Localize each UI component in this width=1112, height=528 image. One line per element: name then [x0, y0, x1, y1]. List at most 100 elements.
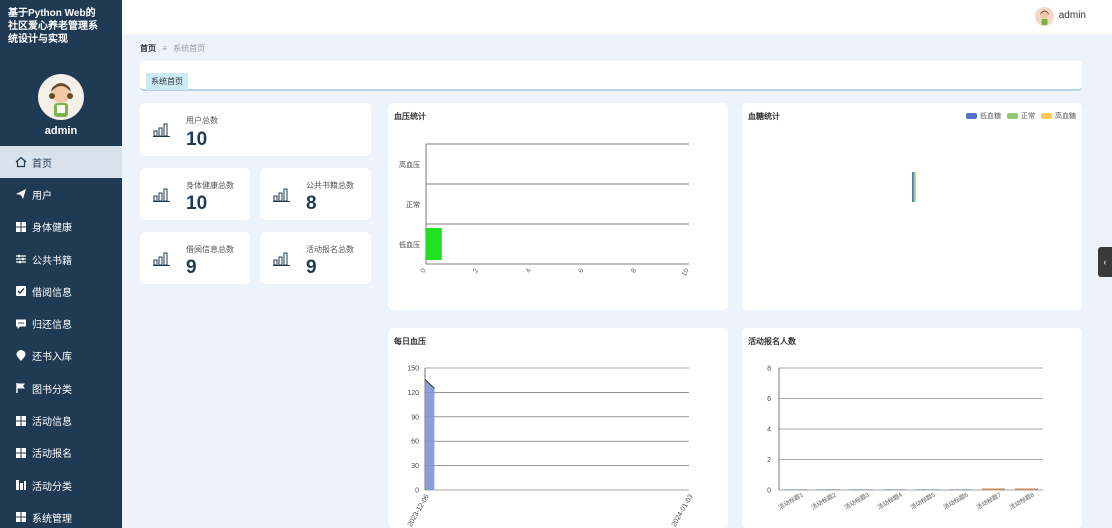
sidebar-item-activity-category[interactable]: 活动分类 — [0, 469, 122, 501]
stat-card-users: 用户总数 10 — [140, 103, 371, 156]
stat-value: 8 — [306, 193, 317, 214]
tick-label: 120 — [407, 390, 419, 397]
sidebar-menu: 首页 用户 身体健康 公共书籍 借阅信息 归还信息 还书入库 图书分类 活动信息… — [0, 146, 122, 528]
sidebar-item-return[interactable]: 归还信息 — [0, 307, 122, 339]
bar — [426, 228, 442, 260]
tick-label: 2023-12-06 — [407, 493, 431, 528]
tick-label: 2 — [767, 457, 771, 464]
stat-value: 9 — [186, 257, 197, 278]
home-icon — [14, 156, 28, 168]
tick-label: 4 — [525, 267, 533, 274]
bp-stats-chart: 低血压 正常 高血压 0 2 4 6 8 10 — [399, 143, 691, 278]
sidebar-item-system[interactable]: 系统管理 — [0, 501, 122, 528]
stat-label: 身体健康总数 — [186, 181, 234, 190]
chevron-left-icon: ‹ — [1103, 257, 1107, 267]
check-square-icon — [14, 285, 28, 297]
sidebar-item-restock[interactable]: 还书入库 — [0, 340, 122, 372]
tick-label: 0 — [767, 488, 771, 495]
bar — [913, 172, 915, 202]
sidebar-username: admin — [44, 125, 78, 137]
sidebar-item-activity-info[interactable]: 活动信息 — [0, 404, 122, 436]
bar — [915, 489, 940, 490]
stat-label: 用户总数 — [186, 116, 218, 125]
stat-card-books: 公共书籍总数 8 — [260, 168, 371, 220]
bar — [981, 488, 1006, 490]
tick-label: 6 — [578, 267, 586, 274]
top-bar: admin — [122, 0, 1112, 34]
sidebar-item-users[interactable]: 用户 — [0, 178, 122, 210]
tick-label: 4 — [767, 427, 771, 434]
bar — [882, 489, 907, 490]
tick-label: 90 — [411, 414, 419, 421]
sidebar-item-borrow[interactable]: 借阅信息 — [0, 275, 122, 307]
tick-label: 8 — [630, 267, 638, 274]
location-icon — [14, 349, 28, 362]
breadcrumb-home[interactable]: 首页 — [140, 44, 156, 53]
bar — [1014, 488, 1039, 490]
bar-chart-icon — [273, 252, 290, 266]
bar — [915, 172, 916, 202]
breadcrumb-separator: ≡ — [162, 44, 167, 53]
sidebar-avatar — [38, 74, 84, 120]
message-icon — [14, 318, 28, 330]
stat-value: 10 — [186, 193, 208, 214]
signup-count-card: 活动报名人数 0 2 4 6 8 活动标题1 活动标题2 活动标题3 活动标题4 活动标题5 活动标… — [742, 328, 1082, 528]
tick-label: 10 — [681, 267, 691, 277]
bar — [816, 489, 841, 490]
tick-label: 2024-01-03 — [671, 493, 695, 528]
tick-label: 活动标题4 — [876, 490, 904, 511]
tick-label: 活动标题2 — [810, 490, 838, 511]
collapse-handle[interactable]: ‹ — [1098, 247, 1112, 277]
sidebar-item-health[interactable]: 身体健康 — [0, 211, 122, 243]
top-username[interactable]: admin — [1059, 10, 1086, 21]
chart-icon — [14, 479, 28, 491]
stat-label: 公共书籍总数 — [306, 181, 354, 190]
area-fill — [425, 379, 435, 490]
sidebar-item-activity-signup[interactable]: 活动报名 — [0, 437, 122, 469]
tick-label: 0 — [420, 267, 428, 274]
stat-card-health: 身体健康总数 10 — [140, 168, 250, 220]
flag-icon — [14, 382, 28, 394]
stat-label: 活动报名总数 — [306, 245, 354, 254]
bar-chart-icon — [153, 252, 170, 266]
tick-label: 活动标题1 — [777, 490, 805, 511]
tick-label: 6 — [767, 396, 771, 403]
tick-label: 正常 — [406, 200, 420, 209]
daily-bp-card: 每日血压 0 30 60 90 120 150 2023-12-06 2024-01-03 — [388, 328, 728, 528]
tab-system-home[interactable]: 系统首页 — [146, 73, 188, 90]
tick-label: 活动标题3 — [843, 490, 871, 511]
tick-label: 活动标题5 — [909, 490, 937, 511]
tick-label: 2 — [472, 267, 480, 274]
bs-stats-card: 血糖统计 低血糖 正常 高血糖 — [742, 103, 1082, 310]
bp-stats-card: 血压统计 低血压 正常 高血压 0 2 4 6 8 10 — [388, 103, 728, 310]
bar — [783, 489, 808, 490]
tick-label: 60 — [411, 439, 419, 446]
bar — [849, 489, 874, 490]
sidebar-item-books[interactable]: 公共书籍 — [0, 243, 122, 275]
tick-label: 高血压 — [399, 160, 420, 169]
grid-icon — [14, 511, 28, 523]
stat-label: 借阅信息总数 — [186, 245, 234, 254]
bs-stats-chart — [912, 172, 916, 202]
tick-label: 8 — [767, 366, 771, 373]
tick-label: 活动标题8 — [1008, 490, 1036, 511]
tick-label: 活动标题6 — [942, 490, 970, 511]
bar-chart-icon — [153, 188, 170, 202]
grid-icon — [14, 221, 28, 233]
grid-icon — [14, 447, 28, 459]
app-title: 基于Python Web的 社区爱心养老管理系 统设计与实现 — [8, 8, 98, 45]
send-icon — [14, 188, 28, 200]
breadcrumb-current: 系统首页 — [173, 44, 206, 53]
daily-bp-chart: 0 30 60 90 120 150 2023-12-06 2024-01-03 — [407, 366, 695, 528]
sidebar-item-book-category[interactable]: 图书分类 — [0, 372, 122, 404]
tick-label: 低血压 — [399, 240, 420, 249]
breadcrumb: 首页 ≡ 系统首页 — [140, 43, 205, 54]
sidebar-item-home[interactable]: 首页 — [0, 146, 122, 179]
stat-card-borrow: 借阅信息总数 9 — [140, 232, 250, 284]
bar-chart-icon — [273, 188, 290, 202]
stat-value: 9 — [306, 257, 317, 278]
stat-card-signup: 活动报名总数 9 — [260, 232, 371, 284]
tick-label: 150 — [407, 366, 419, 373]
stat-value: 10 — [186, 129, 208, 150]
user-avatar[interactable] — [1035, 7, 1054, 26]
